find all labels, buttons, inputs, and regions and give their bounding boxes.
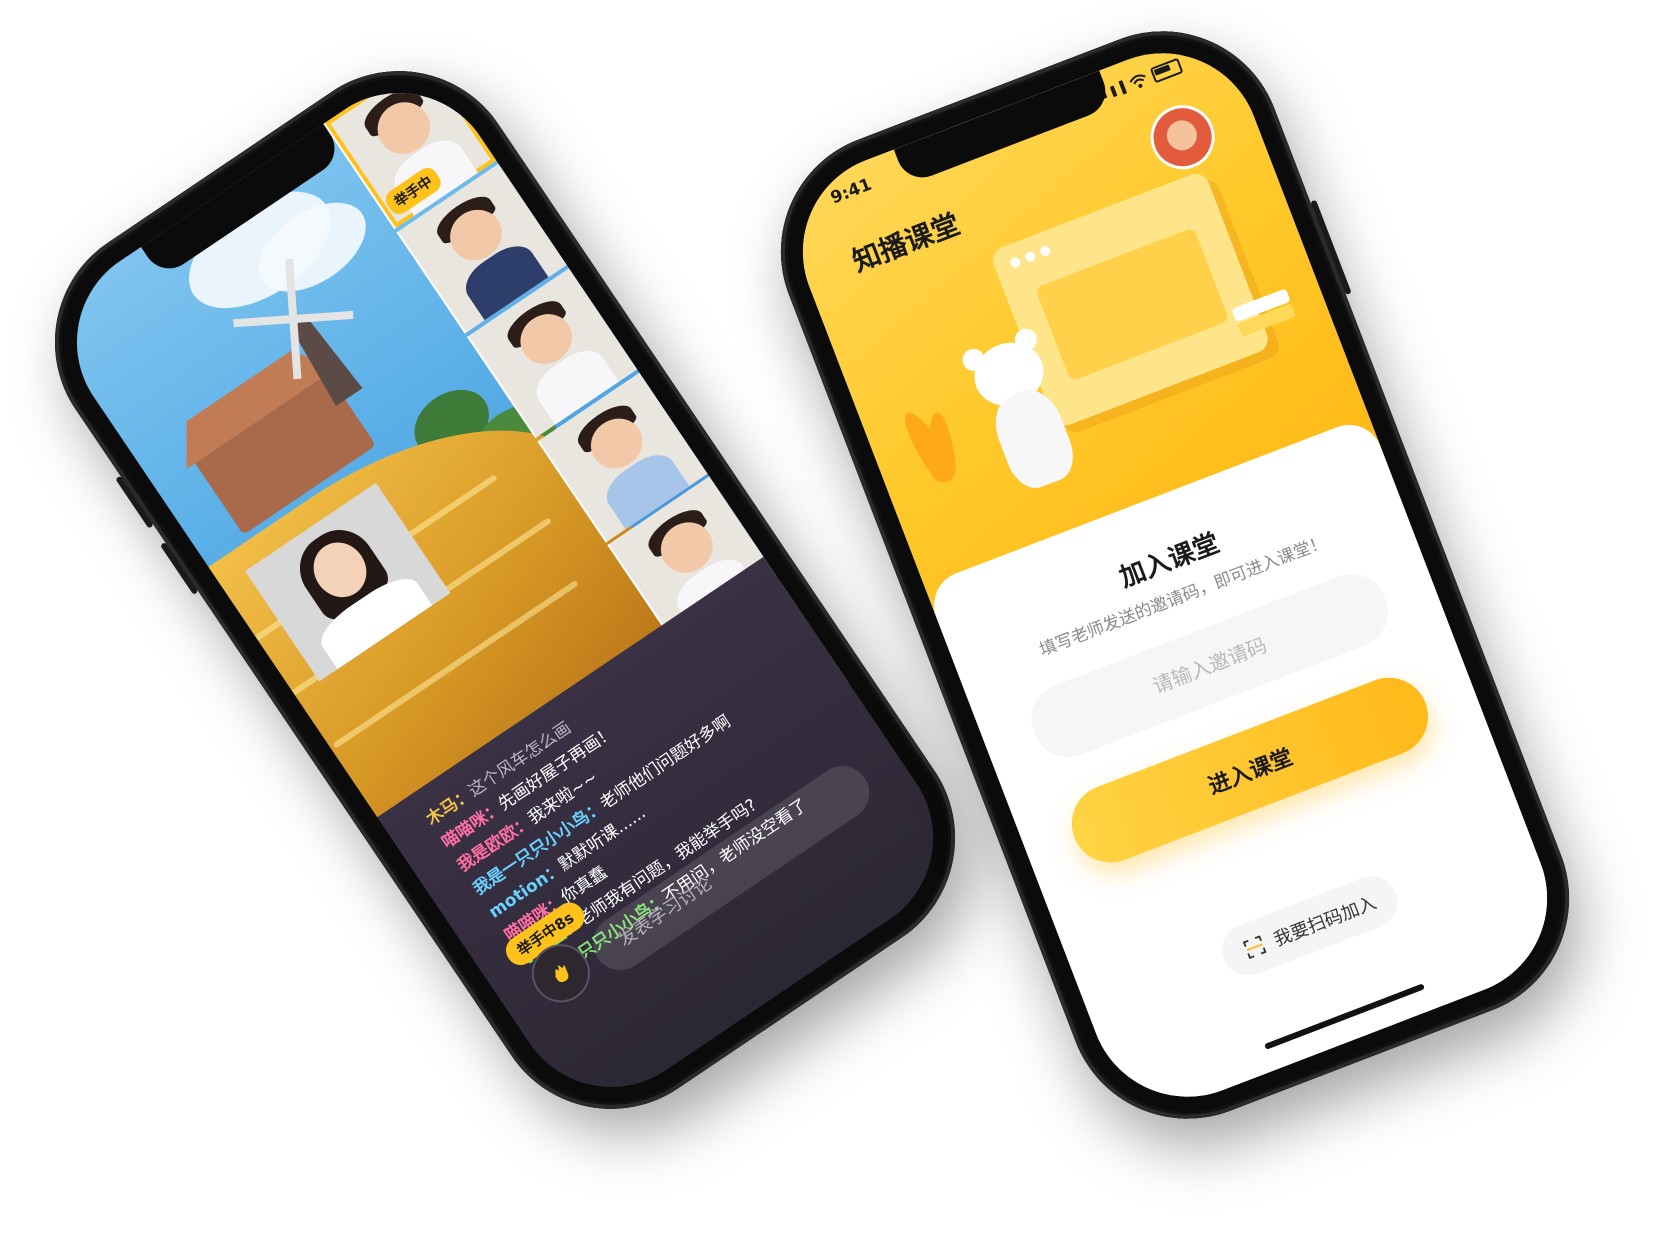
scan-to-join-button[interactable]: 我要扫码加入 (1214, 868, 1405, 984)
join-class-screen: 9:41 知播课堂 加入课堂 填写老师发送的邀请码，即可进入课堂！ 请输入邀请码… (774, 24, 1576, 1126)
status-time: 9:41 (827, 174, 875, 209)
battery-icon (1149, 57, 1184, 84)
join-class-phone: 9:41 知播课堂 加入课堂 填写老师发送的邀请码，即可进入课堂！ 请输入邀请码… (745, 0, 1605, 1154)
home-indicator (1264, 983, 1425, 1050)
volume-down-button (160, 541, 199, 596)
volume-up-button (115, 475, 154, 529)
scan-button-label: 我要扫码加入 (1271, 892, 1380, 951)
app-title: 知播课堂 (847, 207, 965, 279)
plant-illustration (895, 402, 974, 518)
avatar[interactable] (1141, 95, 1224, 179)
hand-icon (555, 964, 569, 983)
scan-icon (1242, 935, 1267, 959)
wifi-icon (1129, 74, 1146, 88)
